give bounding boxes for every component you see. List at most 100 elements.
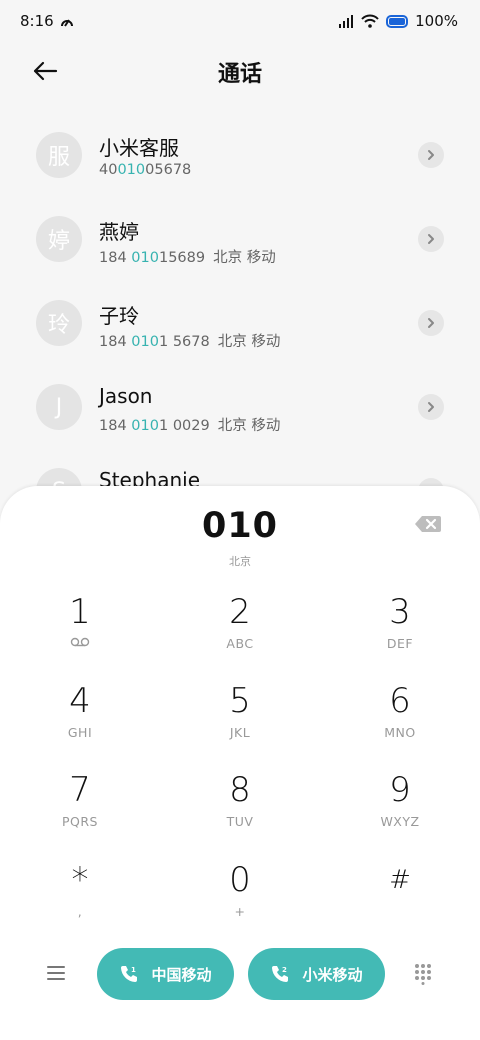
dialed-location: 北京 — [229, 555, 251, 568]
number-prefix: 184 — [99, 334, 132, 350]
key-0[interactable]: 0 + — [170, 860, 310, 940]
contact-number: 184 0101 0029 北京 移动 — [99, 414, 280, 435]
number-suffix: 15689 — [158, 250, 206, 266]
key-digit: 7 — [69, 770, 91, 810]
key-star[interactable]: * , — [10, 860, 150, 940]
contact-item[interactable]: 玲 子玲 184 0101 5678 北京 移动 — [0, 280, 480, 364]
key-digit: 8 — [229, 770, 251, 810]
contact-number: 184 0101 5678 北京 移动 — [99, 330, 280, 351]
avatar: J — [36, 384, 82, 430]
number-prefix: 40 — [99, 162, 118, 178]
key-letters: MNO — [384, 725, 416, 740]
contact-list: 服 小米客服 4001005678 婷 燕婷 184 01015689 北京 移动… — [0, 112, 480, 492]
svg-text:1: 1 — [131, 966, 136, 974]
number-suffix: 1 5678 — [158, 334, 210, 350]
battery-icon — [386, 14, 409, 28]
key-digit: 3 — [389, 592, 411, 632]
header: 通话 — [0, 44, 480, 96]
key-digit: 9 — [389, 770, 411, 810]
chevron-right-icon — [428, 402, 434, 412]
key-digit: 0 — [229, 860, 251, 900]
number-match: 010 — [131, 418, 159, 434]
dialed-number: 010 — [201, 506, 279, 546]
key-3[interactable]: 3 DEF — [330, 592, 470, 672]
avatar: 服 — [36, 132, 82, 178]
status-right: 100% — [338, 12, 458, 30]
contact-number: 4001005678 — [99, 162, 199, 178]
key-letters: JKL — [229, 725, 251, 740]
key-digit: # — [389, 865, 411, 895]
voicemail-icon — [70, 637, 90, 647]
contact-detail-button[interactable] — [418, 226, 444, 252]
number-prefix: 184 — [99, 418, 132, 434]
contact-location: 北京 移动 — [217, 418, 281, 434]
key-digit: 6 — [389, 681, 411, 721]
call-sim1-button[interactable]: 1 中国移动 — [97, 948, 234, 1000]
key-5[interactable]: 5 JKL — [170, 681, 310, 761]
contact-name: 子玲 — [99, 304, 139, 328]
key-6[interactable]: 6 MNO — [330, 681, 470, 761]
contact-location: 北京 移动 — [217, 334, 281, 350]
contact-detail-button[interactable] — [418, 142, 444, 168]
dialpad-icon[interactable] — [413, 963, 433, 985]
key-letters: PQRS — [62, 814, 98, 829]
contact-number: 184 01015689 北京 移动 — [99, 246, 276, 267]
contact-item[interactable]: 婷 燕婷 184 01015689 北京 移动 — [0, 196, 480, 280]
call-sim2-button[interactable]: 2 小米移动 — [248, 948, 385, 1000]
call-sim2-label: 小米移动 — [302, 965, 363, 984]
svg-text:2: 2 — [282, 966, 287, 974]
key-digit: 4 — [69, 681, 91, 721]
key-digit: 1 — [69, 592, 91, 632]
number-suffix: 05678 — [145, 162, 192, 178]
key-letters: , — [77, 904, 83, 919]
number-match: 010 — [131, 334, 159, 350]
key-letters: DEF — [386, 636, 414, 651]
number-match: 010 — [131, 250, 159, 266]
avatar: 婷 — [36, 216, 82, 262]
key-hash[interactable]: # — [330, 860, 470, 940]
page-title: 通话 — [217, 62, 262, 87]
number-suffix: 1 0029 — [158, 418, 210, 434]
phone-sim1-icon: 1 — [121, 966, 138, 982]
key-4[interactable]: 4 GHI — [10, 681, 150, 761]
wifi-icon — [361, 14, 379, 28]
phone-sim2-icon: 2 — [272, 966, 289, 982]
key-8[interactable]: 8 TUV — [170, 770, 310, 850]
key-digit: 2 — [229, 592, 251, 632]
contact-location: 北京 移动 — [213, 250, 276, 266]
contact-detail-button[interactable] — [418, 310, 444, 336]
key-digit: 5 — [229, 681, 251, 721]
signal-icon — [339, 15, 354, 28]
key-letters: ABC — [226, 636, 254, 651]
battery-percent: 100% — [415, 12, 458, 30]
status-time: 8:16 — [20, 12, 54, 30]
avatar: 玲 — [36, 300, 82, 346]
status-left: 8:16 — [20, 12, 74, 30]
key-2[interactable]: 2 ABC — [170, 592, 310, 672]
contact-name: Jason — [99, 384, 153, 408]
chevron-right-icon — [428, 234, 434, 244]
backspace-icon[interactable] — [414, 514, 442, 534]
dialer-bottom-bar: 1 中国移动 2 小米移动 — [0, 948, 480, 1000]
key-letters: + — [234, 904, 246, 919]
hotspot-icon — [60, 19, 73, 27]
contact-item[interactable]: 服 小米客服 4001005678 — [0, 112, 480, 196]
contact-item[interactable]: J Jason 184 0101 0029 北京 移动 — [0, 364, 480, 448]
key-9[interactable]: 9 WXYZ — [330, 770, 470, 850]
contact-name: 小米客服 — [99, 136, 179, 160]
key-letters: TUV — [226, 814, 254, 829]
number-match: 010 — [117, 162, 146, 178]
key-7[interactable]: 7 PQRS — [10, 770, 150, 850]
contact-detail-button[interactable] — [418, 394, 444, 420]
key-digit: * — [71, 860, 89, 900]
number-prefix: 184 — [99, 250, 132, 266]
hamburger-menu-icon[interactable] — [45, 963, 67, 983]
key-1[interactable]: 1 — [10, 592, 150, 672]
dialer-panel: 010 北京 1 2 ABC 3 DEF 4 GHI 5 JKL 6 MNO 7… — [0, 486, 480, 1040]
status-bar: 8:16 100% — [0, 0, 480, 42]
contact-name: 燕婷 — [99, 220, 139, 244]
key-letters: WXYZ — [380, 814, 420, 829]
call-sim1-label: 中国移动 — [151, 965, 212, 984]
key-letters: GHI — [67, 725, 93, 740]
chevron-right-icon — [428, 150, 434, 160]
